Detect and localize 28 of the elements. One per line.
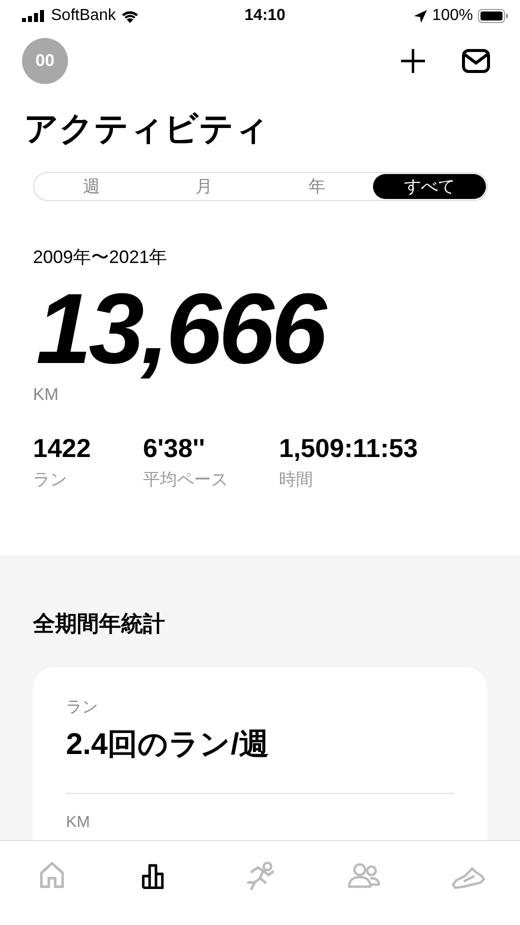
stat-label: KM: [66, 814, 91, 832]
stat-label: ラン: [33, 469, 68, 491]
location-arrow-icon: [414, 10, 428, 22]
period-tab[interactable]: 週: [35, 174, 148, 199]
stat-value: 6'38'': [143, 433, 206, 464]
section-title: 全期間年統計: [33, 610, 166, 638]
stat-value: 1422: [33, 433, 92, 464]
period-tab[interactable]: 月: [148, 174, 260, 199]
plus-icon[interactable]: [400, 48, 426, 74]
stat-value: 2.4回のラン/週: [66, 727, 270, 763]
stat-label: 時間: [279, 469, 314, 491]
avatar[interactable]: 00: [22, 38, 68, 84]
clock-time: 14:10: [244, 7, 286, 25]
battery-percent: 100%: [432, 7, 473, 25]
stat-value: 1,509:11:53: [279, 433, 418, 464]
distance-unit: KM: [33, 385, 60, 405]
stat-label: 平均ペース: [143, 469, 229, 491]
wifi-icon: [120, 9, 139, 23]
mail-icon[interactable]: [462, 49, 490, 73]
signal-icon: [22, 10, 46, 22]
page-title: アクティビティ: [24, 109, 270, 150]
total-distance: 13,666: [36, 279, 326, 379]
period-tab[interactable]: 年: [260, 174, 374, 199]
period-tab[interactable]: すべて: [373, 174, 486, 199]
stat-label: ラン: [66, 698, 99, 718]
period-range: 2009年〜2021年: [33, 246, 168, 269]
carrier-name: SoftBank: [51, 7, 116, 25]
battery-icon: [478, 9, 508, 23]
